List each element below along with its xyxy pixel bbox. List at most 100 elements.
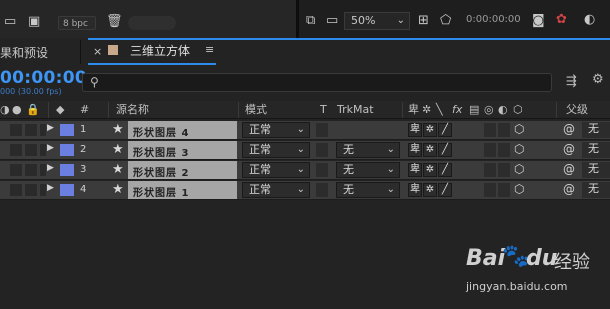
label-color-swatch[interactable] — [60, 124, 74, 136]
layer-row[interactable]: ▶ 2 ★ 形状图层 3 正常 ⌄ 无 ⌄ 卑 ✲ ╱ ⬡ @ 无 — [0, 141, 610, 160]
menu-icon[interactable]: ≡ — [205, 43, 214, 56]
quality-toggle[interactable]: ╱ — [438, 163, 452, 177]
expand-triangle-icon[interactable]: ▶ — [47, 183, 54, 193]
collapse-toggle[interactable]: ✲ — [423, 123, 437, 137]
tab-composition[interactable]: 三维立方体 — [130, 42, 190, 59]
quality-toggle[interactable]: ╱ — [438, 143, 452, 157]
av-switch[interactable] — [25, 124, 37, 136]
parent-select[interactable]: 无 — [582, 162, 610, 178]
3d-cube-icon[interactable]: ⬡ — [514, 142, 524, 156]
parent-select[interactable]: 无 — [582, 182, 610, 198]
3d-cube-icon[interactable]: ⬡ — [514, 122, 524, 136]
mode-select[interactable]: 正常 ⌄ — [242, 122, 310, 138]
draft-3d-icon[interactable]: ⚙ — [592, 72, 604, 87]
trkmat-select[interactable]: 无 ⌄ — [336, 142, 400, 158]
layer-name[interactable]: 形状图层 1 — [133, 184, 189, 199]
adjustment-toggle[interactable] — [498, 123, 510, 137]
av-switch[interactable] — [40, 124, 46, 136]
adjustment-toggle[interactable] — [498, 163, 510, 177]
motion-blur-icon[interactable]: ◎ — [484, 103, 494, 116]
quality-icon[interactable]: ╲ — [436, 103, 443, 116]
av-switch[interactable] — [40, 144, 46, 156]
layer-row[interactable]: ▶ 4 ★ 形状图层 1 正常 ⌄ 无 ⌄ 卑 ✲ ╱ ⬡ @ 无 — [0, 181, 610, 200]
av-switch[interactable] — [40, 184, 46, 196]
layer-name[interactable]: 形状图层 3 — [133, 144, 189, 159]
label-color-swatch[interactable] — [60, 144, 74, 156]
3d-cube-icon[interactable]: ⬡ — [514, 182, 524, 196]
label-color-swatch[interactable] — [60, 184, 74, 196]
preserve-transparency-toggle[interactable] — [316, 123, 328, 137]
zoom-select[interactable]: 50% ⌄ — [344, 12, 410, 30]
layer-row[interactable]: ▶ 1 ★ 形状图层 4 正常 ⌄ 卑 ✲ ╱ ⬡ @ 无 — [0, 121, 610, 140]
close-icon[interactable]: × — [93, 45, 102, 58]
parent-select[interactable]: 无 — [582, 142, 610, 158]
collapse-toggle[interactable]: ✲ — [423, 163, 437, 177]
expand-triangle-icon[interactable]: ▶ — [47, 163, 54, 173]
shy-toggle[interactable]: 卑 — [408, 123, 422, 137]
av-switch[interactable] — [25, 164, 37, 176]
motion-blur-toggle[interactable] — [484, 143, 496, 157]
layer-name[interactable]: 形状图层 4 — [133, 124, 189, 139]
motion-blur-toggle[interactable] — [484, 123, 496, 137]
trkmat-select[interactable]: 无 ⌄ — [336, 182, 400, 198]
motion-blur-toggle[interactable] — [484, 163, 496, 177]
quality-toggle[interactable]: ╱ — [438, 183, 452, 197]
shy-toggle[interactable]: 卑 — [408, 183, 422, 197]
bpc-button[interactable]: 8 bpc — [58, 16, 96, 30]
expand-triangle-icon[interactable]: ▶ — [47, 123, 54, 133]
viewer-timecode[interactable]: 0:00:00:00 — [466, 14, 521, 25]
shy-icon[interactable]: 卑 — [408, 103, 419, 116]
3d-layer-icon[interactable]: ⬡ — [513, 103, 523, 116]
av-switch[interactable] — [10, 144, 22, 156]
region-icon[interactable]: ⧉ — [306, 14, 315, 28]
quality-toggle[interactable]: ╱ — [438, 123, 452, 137]
color-channels-icon[interactable]: ✿ — [556, 13, 567, 27]
preserve-transparency-toggle[interactable] — [316, 183, 328, 197]
collapse-toggle[interactable]: ✲ — [423, 143, 437, 157]
video-toggle-icon[interactable]: ◑ — [0, 103, 10, 116]
column-parent[interactable]: 父级 — [566, 103, 588, 116]
av-switch[interactable] — [40, 164, 46, 176]
expand-triangle-icon[interactable]: ▶ — [47, 143, 54, 153]
current-time[interactable]: 00:00:00 — [0, 68, 87, 88]
shy-toggle[interactable]: 卑 — [408, 143, 422, 157]
pickwhip-icon[interactable]: @ — [563, 162, 575, 176]
layer-row[interactable]: ▶ 3 ★ 形状图层 2 正常 ⌄ 无 ⌄ 卑 ✲ ╱ ⬡ @ 无 — [0, 161, 610, 180]
av-switch[interactable] — [25, 184, 37, 196]
effects-icon[interactable]: fx — [452, 103, 462, 116]
stack-icon[interactable]: ▭ — [4, 15, 16, 29]
mode-select[interactable]: 正常 ⌄ — [242, 162, 310, 178]
trash-icon[interactable]: 🗑 — [106, 15, 123, 29]
frame-blend-icon[interactable]: ▤ — [469, 103, 479, 116]
layer-search-input[interactable] — [82, 73, 552, 92]
layer-name[interactable]: 形状图层 2 — [133, 164, 189, 179]
preserve-transparency-toggle[interactable] — [316, 143, 328, 157]
label-icon[interactable]: ◆ — [56, 103, 64, 116]
av-switch[interactable] — [25, 144, 37, 156]
tab-effects-presets[interactable]: 果和预设 — [0, 44, 48, 61]
camera-icon[interactable]: ◙ — [532, 14, 545, 28]
adjustment-toggle[interactable] — [498, 143, 510, 157]
column-layer-number[interactable]: # — [80, 103, 89, 116]
av-switch[interactable] — [10, 124, 22, 136]
collapse-icon[interactable]: ✲ — [422, 103, 431, 116]
parent-select[interactable]: 无 — [582, 122, 610, 138]
pickwhip-icon[interactable]: @ — [563, 142, 575, 156]
motion-blur-toggle[interactable] — [484, 183, 496, 197]
column-mode[interactable]: 模式 — [245, 103, 267, 116]
shy-toggle[interactable]: 卑 — [408, 163, 422, 177]
column-preserve-transparency[interactable]: T — [320, 103, 327, 116]
av-switch[interactable] — [10, 164, 22, 176]
mode-select[interactable]: 正常 ⌄ — [242, 182, 310, 198]
collapse-toggle[interactable]: ✲ — [423, 183, 437, 197]
toolbar-slider[interactable] — [128, 16, 176, 30]
pickwhip-icon[interactable]: @ — [563, 122, 575, 136]
column-trkmat[interactable]: TrkMat — [337, 103, 374, 116]
monitor-icon[interactable]: ▭ — [326, 14, 338, 28]
pickwhip-icon[interactable]: @ — [563, 182, 575, 196]
mode-select[interactable]: 正常 ⌄ — [242, 142, 310, 158]
column-source-name[interactable]: 源名称 — [116, 103, 149, 116]
solo-icon[interactable]: ● — [12, 103, 22, 116]
palette-icon[interactable]: ◐ — [584, 13, 595, 27]
label-color-swatch[interactable] — [60, 164, 74, 176]
